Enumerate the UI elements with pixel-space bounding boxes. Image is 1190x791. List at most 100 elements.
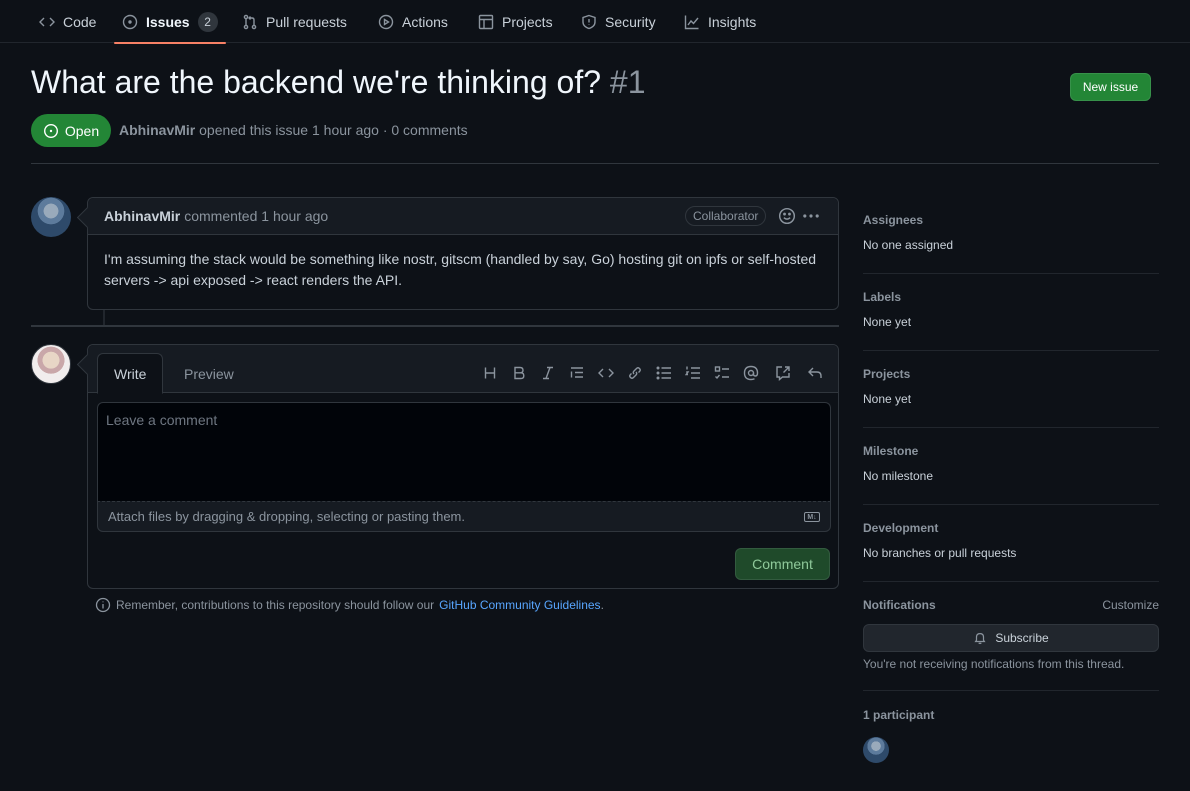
tab-pull-requests[interactable]: Pull requests: [242, 0, 347, 43]
notification-status-text: You're not receiving notifications from …: [863, 657, 1125, 671]
sidebar-divider: [863, 350, 1159, 351]
milestone-heading: Milestone: [863, 444, 919, 458]
link-icon[interactable]: [626, 364, 644, 382]
tab-actions[interactable]: Actions: [378, 0, 448, 43]
new-issue-button[interactable]: New issue: [1070, 73, 1151, 101]
avatar[interactable]: [31, 344, 71, 384]
subscribe-button[interactable]: Subscribe: [863, 624, 1159, 652]
cross-reference-icon[interactable]: [774, 364, 792, 382]
community-guidelines-link[interactable]: GitHub Community Guidelines: [439, 598, 600, 612]
sidebar-divider: [863, 427, 1159, 428]
italic-icon[interactable]: [539, 364, 557, 382]
comment-card: AbhinavMir commented 1 hour ago Collabor…: [87, 197, 839, 310]
issue-meta: AbhinavMir opened this issue 1 hour ago …: [119, 122, 468, 138]
labels-value: None yet: [863, 315, 912, 329]
customize-notifications-link[interactable]: Customize: [1102, 598, 1159, 612]
tab-projects-label: Projects: [502, 13, 553, 30]
milestone-value: No milestone: [863, 469, 934, 483]
sidebar-notifications: Notifications Customize: [863, 598, 1159, 612]
kebab-horizontal-icon[interactable]: [802, 207, 820, 225]
task-list-icon[interactable]: [713, 364, 731, 382]
sidebar-divider: [863, 690, 1159, 691]
tab-insights[interactable]: Insights: [684, 0, 756, 43]
ordered-list-icon[interactable]: [684, 364, 702, 382]
page-title: What are the backend we're thinking of? …: [31, 64, 645, 101]
tab-projects[interactable]: Projects: [478, 0, 553, 43]
development-value: No branches or pull requests: [863, 546, 1017, 560]
assignees-heading: Assignees: [863, 213, 924, 227]
sidebar-divider: [863, 504, 1159, 505]
comment-textarea[interactable]: [97, 402, 831, 502]
table-icon: [478, 14, 494, 29]
tab-pull-requests-label: Pull requests: [266, 13, 347, 30]
issue-author-link[interactable]: AbhinavMir: [119, 122, 195, 138]
sidebar-participants: 1 participant: [863, 708, 1159, 722]
smiley-icon[interactable]: [778, 207, 796, 225]
issue-title-text: What are the backend we're thinking of?: [31, 64, 601, 100]
issue-opened-icon: [43, 123, 58, 138]
participants-heading: 1 participant: [863, 708, 935, 722]
sidebar-labels[interactable]: Labels None yet: [863, 290, 1159, 329]
bell-icon: [974, 633, 986, 645]
sidebar-development[interactable]: Development No branches or pull requests: [863, 521, 1159, 560]
issue-meta-text: opened this issue 1 hour ago · 0 comment…: [199, 122, 468, 138]
tab-write[interactable]: Write: [97, 353, 164, 394]
editor-tabs: Write Preview: [88, 345, 838, 394]
code-icon: [39, 17, 55, 26]
tab-security[interactable]: Security: [581, 0, 656, 43]
tab-actions-label: Actions: [402, 13, 448, 30]
sidebar-divider: [863, 581, 1159, 582]
tab-issues[interactable]: Issues 2: [114, 0, 226, 44]
repo-nav: Code Issues 2 Pull requests Actions Proj…: [0, 0, 1190, 44]
comment-submit-button[interactable]: Comment: [735, 548, 830, 580]
assignees-value: No one assigned: [863, 238, 954, 252]
subscribe-label: Subscribe: [995, 631, 1049, 645]
tab-code[interactable]: Code: [39, 0, 96, 43]
contribution-guidelines-note: Remember, contributions to this reposito…: [95, 597, 604, 613]
graph-icon: [684, 15, 699, 29]
new-comment-form: Write Preview Attach files by dragging &…: [87, 344, 839, 589]
collaborator-badge: Collaborator: [685, 206, 767, 226]
tab-insights-label: Insights: [708, 13, 757, 30]
avatar[interactable]: [31, 197, 71, 237]
comment-author-link[interactable]: AbhinavMir: [104, 208, 180, 224]
status-label: Open: [64, 122, 100, 139]
play-icon: [378, 14, 394, 29]
reply-icon[interactable]: [806, 364, 824, 382]
sidebar-assignees[interactable]: Assignees No one assigned: [863, 213, 1159, 252]
comment-body: I'm assuming the stack would be somethin…: [104, 251, 817, 288]
timeline-stem: [103, 310, 105, 325]
code-icon[interactable]: [597, 364, 615, 382]
issue-opened-icon: [122, 14, 138, 29]
tab-issues-label: Issues: [146, 13, 190, 30]
comment-header: AbhinavMir commented 1 hour ago Collabor…: [88, 198, 838, 235]
attach-files-bar[interactable]: Attach files by dragging & dropping, sel…: [97, 501, 831, 532]
sidebar-milestone[interactable]: Milestone No milestone: [863, 444, 1159, 483]
mention-icon[interactable]: [742, 364, 760, 382]
bold-icon[interactable]: [510, 364, 528, 382]
issue-number: #1: [609, 64, 646, 100]
status-badge: Open: [31, 114, 111, 147]
attach-hint: Attach files by dragging & dropping, sel…: [108, 509, 465, 524]
git-pull-request-icon: [243, 14, 257, 29]
issues-counter: 2: [197, 11, 218, 32]
info-icon: [95, 597, 111, 613]
guidelines-text: Remember, contributions to this reposito…: [116, 598, 435, 612]
sidebar-projects[interactable]: Projects None yet: [863, 367, 1159, 406]
labels-heading: Labels: [863, 290, 902, 304]
development-heading: Development: [863, 521, 939, 535]
tab-preview[interactable]: Preview: [168, 353, 250, 394]
projects-heading: Projects: [863, 367, 911, 381]
guidelines-suffix: .: [600, 598, 604, 612]
participant-avatar[interactable]: [863, 737, 889, 763]
tab-code-label: Code: [63, 13, 97, 30]
heading-icon[interactable]: [481, 364, 499, 382]
unordered-list-icon[interactable]: [655, 364, 673, 382]
quote-icon[interactable]: [568, 364, 586, 382]
shield-icon: [582, 14, 596, 29]
sidebar-divider: [863, 273, 1159, 274]
comment-timestamp: commented 1 hour ago: [184, 208, 329, 224]
header-divider: [31, 163, 1159, 164]
timeline-break: [31, 325, 839, 327]
markdown-icon: M↓: [804, 512, 820, 522]
